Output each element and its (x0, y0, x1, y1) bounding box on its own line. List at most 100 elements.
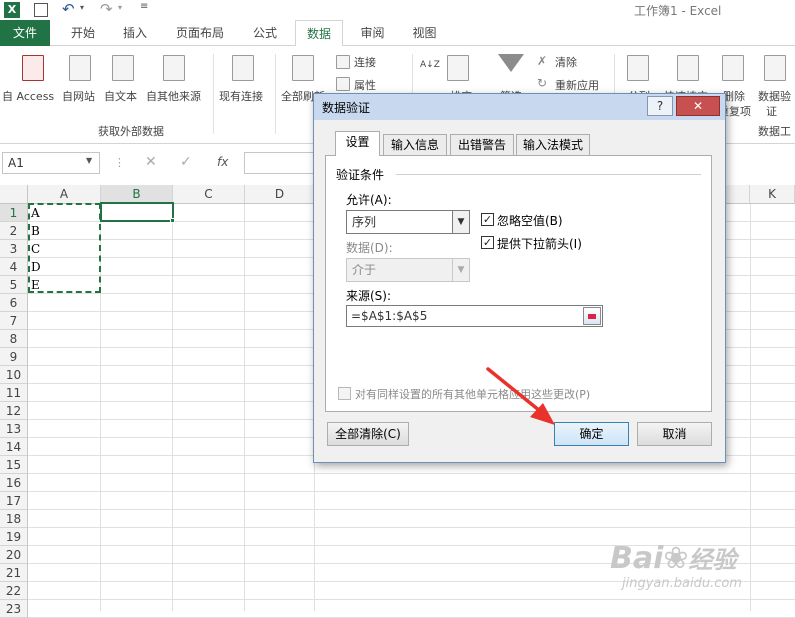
tab-insert[interactable]: 插入 (110, 20, 160, 46)
watermark-brand2: 经验 (688, 546, 737, 574)
row-header[interactable]: 5 (0, 276, 28, 294)
row-header[interactable]: 22 (0, 582, 28, 600)
reapply-icon[interactable]: ↻ (537, 76, 547, 90)
properties-icon[interactable] (336, 77, 350, 91)
row-header[interactable]: 2 (0, 222, 28, 240)
save-icon[interactable] (34, 3, 48, 17)
tab-data[interactable]: 数据 (295, 20, 343, 47)
column-header-a[interactable]: A (28, 185, 101, 204)
row-header[interactable]: 4 (0, 258, 28, 276)
column-header-d[interactable]: D (245, 185, 315, 204)
row-header[interactable]: 12 (0, 402, 28, 420)
existing-connections-button[interactable]: 现有连接 (219, 88, 263, 104)
existing-connections-icon[interactable] (232, 55, 254, 81)
row-header[interactable]: 6 (0, 294, 28, 312)
cancel-button[interactable]: 取消 (637, 422, 712, 446)
chevron-down-icon[interactable]: ▼ (452, 211, 469, 233)
row-header[interactable]: 19 (0, 528, 28, 546)
tab-file[interactable]: 文件 (0, 20, 50, 46)
row-header[interactable]: 13 (0, 420, 28, 438)
tab-error-alert[interactable]: 出错警告 (450, 134, 514, 156)
row-header[interactable]: 11 (0, 384, 28, 402)
undo-icon[interactable]: ↶ (62, 0, 75, 18)
customize-qat-icon[interactable]: ≡ (140, 1, 148, 12)
data-validation-button[interactable]: 数据验 (758, 88, 791, 104)
select-all-corner[interactable] (0, 185, 28, 204)
help-button[interactable]: ? (647, 96, 673, 116)
fill-handle[interactable] (170, 218, 175, 223)
sort-icon[interactable] (447, 55, 469, 81)
column-header-k[interactable]: K (750, 185, 795, 204)
web-icon[interactable] (69, 55, 91, 81)
data-validation-button-line2[interactable]: 证 (766, 103, 777, 119)
from-text-button[interactable]: 自文本 (104, 88, 137, 104)
enter-icon[interactable]: ✓ (180, 154, 192, 170)
other-sources-icon[interactable] (163, 55, 185, 81)
row-header[interactable]: 1 (0, 204, 28, 222)
tab-ime-mode[interactable]: 输入法模式 (516, 134, 590, 156)
text-file-icon[interactable] (112, 55, 134, 81)
undo-dropdown-icon[interactable]: ▾ (80, 3, 84, 12)
insert-function-icon[interactable]: fx (217, 155, 228, 169)
formula-input[interactable] (244, 152, 314, 174)
ignore-blank-checkbox[interactable]: ✓ (481, 213, 494, 226)
data-select[interactable]: 介于 ▼ (346, 258, 470, 282)
clear-filter-icon[interactable]: ✗ (537, 54, 547, 68)
tab-home[interactable]: 开始 (58, 20, 108, 46)
tab-page-layout[interactable]: 页面布局 (165, 20, 235, 46)
filter-icon[interactable] (498, 54, 524, 72)
remove-duplicates-button[interactable]: 删除 (723, 88, 745, 104)
row-header[interactable]: 14 (0, 438, 28, 456)
source-input[interactable]: =$A$1:$A$5 (346, 305, 603, 327)
row-header[interactable]: 7 (0, 312, 28, 330)
row-header[interactable]: 23 (0, 600, 28, 618)
dropdown-arrow-checkbox[interactable]: ✓ (481, 236, 494, 249)
connections-button[interactable]: 连接 (354, 54, 376, 70)
apply-all-checkbox[interactable] (338, 387, 351, 400)
row-header[interactable]: 8 (0, 330, 28, 348)
range-picker-icon[interactable] (583, 307, 601, 325)
from-other-sources-button[interactable]: 自其他来源 (146, 88, 201, 104)
close-button[interactable]: ✕ (676, 96, 720, 116)
from-access-button[interactable]: 自 Access (2, 88, 54, 104)
active-cell-b1[interactable] (100, 202, 174, 222)
tab-formulas[interactable]: 公式 (240, 20, 290, 46)
refresh-all-icon[interactable] (292, 55, 314, 81)
text-to-columns-icon[interactable] (627, 55, 649, 81)
row-header[interactable]: 15 (0, 456, 28, 474)
column-header-c[interactable]: C (173, 185, 245, 204)
clear-button[interactable]: 清除 (555, 54, 577, 70)
tab-input-message[interactable]: 输入信息 (383, 134, 447, 156)
allow-select[interactable]: 序列 ▼ (346, 210, 470, 234)
cancel-icon[interactable]: ✕ (145, 154, 157, 170)
connections-icon[interactable] (336, 55, 350, 69)
row-header[interactable]: 10 (0, 366, 28, 384)
row-header[interactable]: 17 (0, 492, 28, 510)
properties-button[interactable]: 属性 (354, 77, 376, 93)
dialog-titlebar[interactable]: 数据验证 ? ✕ (314, 94, 725, 120)
access-icon[interactable] (22, 55, 44, 81)
tab-view[interactable]: 视图 (402, 20, 447, 46)
clear-all-button[interactable]: 全部清除(C) (327, 422, 409, 446)
chevron-down-icon[interactable]: ▼ (452, 259, 469, 281)
from-web-button[interactable]: 自网站 (62, 88, 95, 104)
row-header[interactable]: 3 (0, 240, 28, 258)
data-validation-icon[interactable] (764, 55, 786, 81)
tab-settings[interactable]: 设置 (335, 131, 380, 156)
flash-fill-icon[interactable] (677, 55, 699, 81)
remove-duplicates-icon[interactable] (722, 55, 744, 81)
redo-dropdown-icon[interactable]: ▾ (118, 3, 122, 12)
name-box-dropdown-icon[interactable]: ▼ (86, 156, 92, 165)
row-header[interactable]: 18 (0, 510, 28, 528)
ignore-blank-label[interactable]: 忽略空值(B) (497, 212, 563, 229)
redo-icon[interactable]: ↷ (100, 0, 113, 18)
row-header[interactable]: 16 (0, 474, 28, 492)
row-header[interactable]: 21 (0, 564, 28, 582)
reapply-button[interactable]: 重新应用 (555, 77, 599, 93)
row-header[interactable]: 9 (0, 348, 28, 366)
tab-review[interactable]: 审阅 (350, 20, 395, 46)
column-header-blank[interactable] (726, 185, 750, 204)
dropdown-arrow-label[interactable]: 提供下拉箭头(I) (497, 235, 582, 252)
row-header[interactable]: 20 (0, 546, 28, 564)
sort-az-button[interactable]: A↓Z (420, 60, 440, 70)
